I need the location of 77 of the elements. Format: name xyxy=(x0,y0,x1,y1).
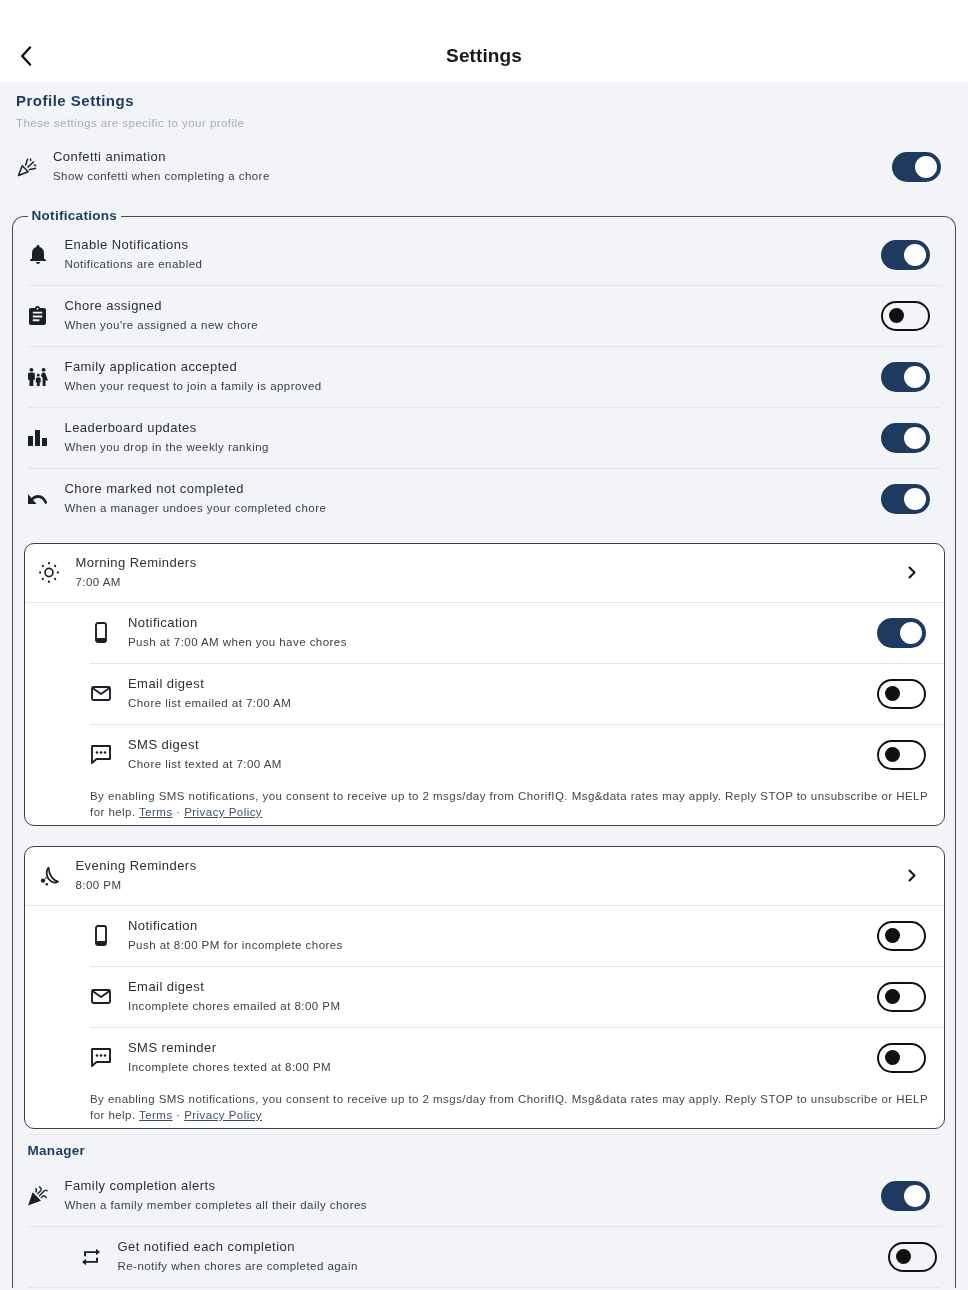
toggle-switch[interactable] xyxy=(876,617,926,648)
setting-title: Leaderboard updates xyxy=(64,420,198,436)
setting-title: SMS digest xyxy=(128,737,200,753)
toggle-switch[interactable] xyxy=(876,678,926,709)
toggle-switch[interactable] xyxy=(876,981,926,1012)
toggle-switch[interactable] xyxy=(876,739,926,770)
toggle-switch[interactable] xyxy=(880,1180,930,1211)
setting-description: Push at 8:00 PM for incomplete chores xyxy=(128,938,344,953)
sun-icon xyxy=(38,562,59,583)
chat-bubble-icon xyxy=(91,1048,111,1067)
section-heading: Manager xyxy=(27,1142,87,1160)
toggle-switch[interactable] xyxy=(880,422,930,453)
moon-icon xyxy=(38,865,59,886)
chevron-right-icon[interactable] xyxy=(907,869,916,882)
terms-link[interactable]: Terms xyxy=(139,806,173,818)
bell-icon xyxy=(29,245,46,264)
setting-title: Family application accepted xyxy=(64,359,239,375)
chat-bubble-icon xyxy=(91,745,111,764)
setting-description: Incomplete chores texted at 8:00 PM xyxy=(128,1060,333,1075)
undo-icon xyxy=(28,493,47,504)
setting-description: When you're assigned a new chore xyxy=(64,318,260,333)
setting-description: When a manager undoes your completed chore xyxy=(64,501,328,516)
section-title: Notifications xyxy=(30,207,119,225)
terms-link[interactable]: Terms xyxy=(139,1109,173,1121)
setting-title: Notification xyxy=(128,918,199,934)
privacy-policy-link[interactable]: Privacy Policy xyxy=(184,806,263,818)
toggle-switch[interactable] xyxy=(876,920,926,951)
phone-icon xyxy=(95,925,107,946)
back-button[interactable] xyxy=(20,46,32,66)
toggle-switch[interactable] xyxy=(880,300,930,331)
setting-description: Show confetti when completing a chore xyxy=(53,169,271,184)
privacy-policy-link[interactable]: Privacy Policy xyxy=(184,1109,263,1121)
setting-description: Incomplete chores emailed at 8:00 PM xyxy=(128,999,342,1014)
phone-icon xyxy=(95,622,107,643)
toggle-switch[interactable] xyxy=(892,151,941,182)
toggle-switch[interactable] xyxy=(880,361,930,392)
bar-chart-icon xyxy=(28,429,47,446)
setting-title: Email digest xyxy=(128,979,206,995)
setting-title: Chore marked not completed xyxy=(64,481,245,497)
setting-title: Email digest xyxy=(128,676,206,692)
party-popper-icon xyxy=(27,1185,48,1206)
toggle-switch[interactable] xyxy=(887,1241,937,1272)
toggle-switch[interactable] xyxy=(880,483,930,514)
envelope-icon xyxy=(91,989,111,1004)
setting-title: Notification xyxy=(128,615,199,631)
clipboard-icon xyxy=(29,306,46,325)
back-icon xyxy=(20,46,32,66)
envelope-icon xyxy=(91,686,111,701)
setting-description: When a family member completes all their daily chores xyxy=(64,1198,368,1213)
setting-description: Chore list texted at 7:00 AM xyxy=(128,757,283,772)
section-heading: Profile Settings xyxy=(16,91,136,111)
chevron-right-icon[interactable] xyxy=(907,566,916,579)
setting-title: Enable Notifications xyxy=(64,237,190,253)
reminder-title: Morning Reminders xyxy=(75,555,198,571)
toggle-switch[interactable] xyxy=(880,239,930,270)
setting-title: SMS reminder xyxy=(128,1040,218,1056)
reminder-time: 8:00 PM xyxy=(75,878,123,893)
setting-description: Push at 7:00 AM when you have chores xyxy=(128,635,348,650)
setting-title: Family completion alerts xyxy=(64,1178,217,1194)
setting-description: Chore list emailed at 7:00 AM xyxy=(128,696,293,711)
setting-title: Chore assigned xyxy=(64,298,163,314)
family-icon xyxy=(27,367,48,386)
setting-description: Notifications are enabled xyxy=(64,257,204,272)
setting-description: When you drop in the weekly ranking xyxy=(64,440,270,455)
setting-description: When your request to join a family is approved xyxy=(64,379,323,394)
party-popper-icon xyxy=(17,156,37,177)
consent-text: By enabling SMS notifications, you consent to receive up to 2 msgs/day from ChorifIQ. Msg&data rates may apply. Reply STOP to unsubscribe or HELP for help. Terms · Privacy Policy xyxy=(90,1092,929,1123)
consent-text: By enabling SMS notifications, you consent to receive up to 2 msgs/day from ChorifIQ. Msg&data rates may apply. Reply STOP to unsubscribe or HELP for help. Terms · Privacy Policy xyxy=(90,789,929,820)
toggle-switch[interactable] xyxy=(876,1042,926,1073)
setting-title: Get notified each completion xyxy=(117,1239,296,1255)
reminder-time: 7:00 AM xyxy=(75,575,122,590)
repeat-icon xyxy=(81,1247,100,1266)
setting-title: Confetti animation xyxy=(53,149,167,165)
page-title: Settings xyxy=(445,44,523,68)
setting-description: Re-notify when chores are completed again xyxy=(117,1259,359,1274)
section-subtitle: These settings are specific to your profile xyxy=(16,116,246,130)
reminder-title: Evening Reminders xyxy=(75,858,198,874)
